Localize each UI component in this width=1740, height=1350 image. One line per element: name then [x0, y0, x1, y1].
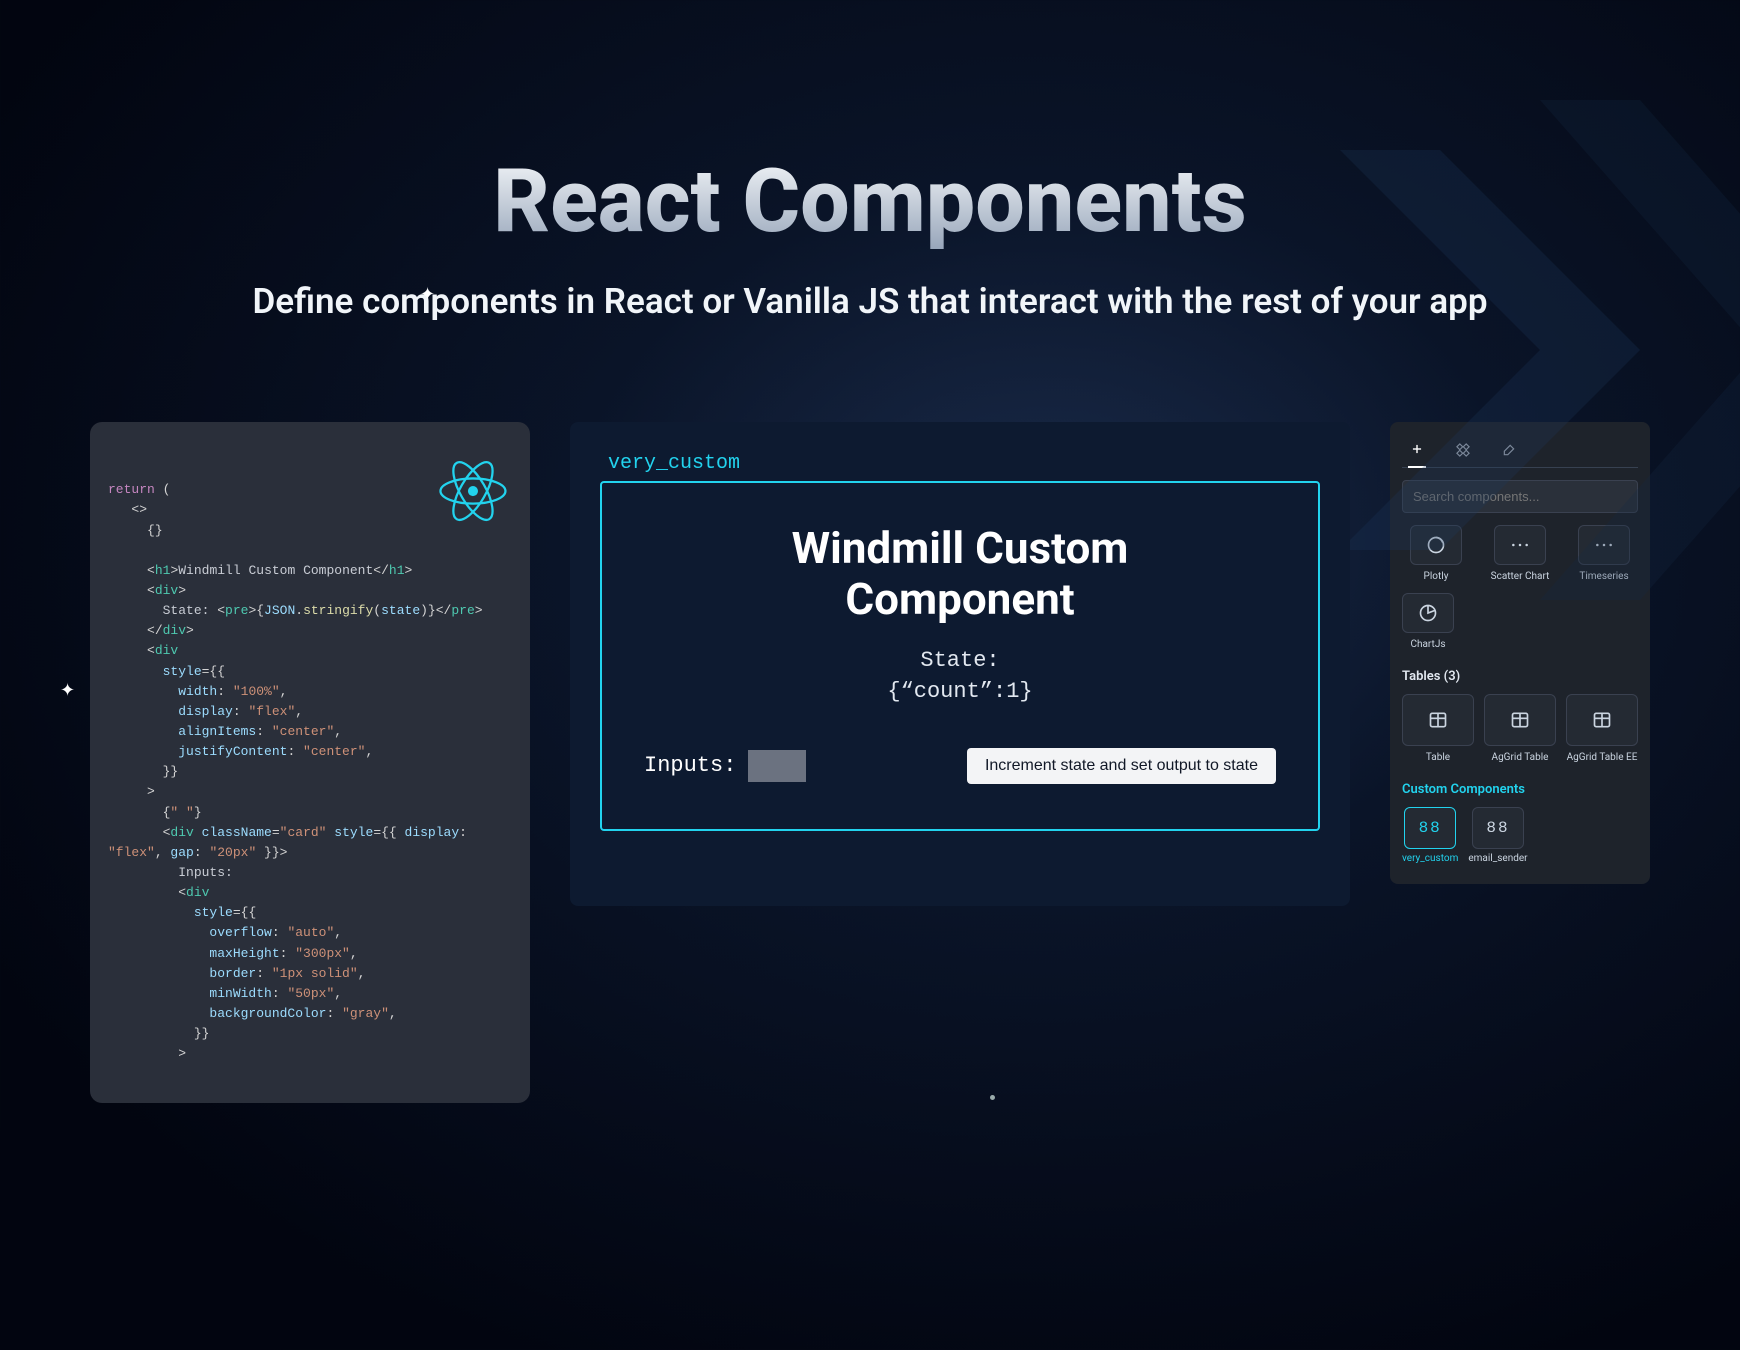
code-editor-panel: return ( <> {} <h1>Windmill Custom Compo… [90, 422, 530, 1103]
section-title-tables: Tables (3) [1402, 669, 1638, 684]
code-token: "flex" [248, 704, 295, 719]
component-item-aggrid[interactable]: AgGrid Table [1484, 694, 1556, 764]
custom-component-icon: 88 [1404, 807, 1456, 849]
code-token: state [381, 603, 420, 618]
code-text: State: [163, 603, 218, 618]
component-frame: Windmill Custom Component State: {“count… [600, 481, 1320, 831]
custom-component-very-custom[interactable]: 88 very_custom [1402, 807, 1458, 864]
component-item-plotly[interactable]: Plotly [1402, 525, 1470, 583]
code-token: "auto" [287, 925, 334, 940]
table-icon [1484, 694, 1556, 746]
component-preview-panel: very_custom Windmill Custom Component St… [570, 422, 1350, 906]
component-label: AgGrid Table EE [1566, 752, 1638, 764]
component-label: Plotly [1402, 571, 1470, 583]
code-token: backgroundColor [209, 1006, 326, 1021]
custom-component-email-sender[interactable]: 88 email_sender [1468, 807, 1527, 864]
section-title-custom: Custom Components [1402, 782, 1638, 797]
code-token: border [209, 966, 256, 981]
component-label: very_custom [1402, 853, 1458, 864]
code-token: "center" [303, 744, 365, 759]
component-item-timeseries[interactable]: Timeseries [1570, 525, 1638, 583]
code-token: "300px" [295, 946, 350, 961]
tab-styling[interactable] [1500, 436, 1518, 467]
code-text: Windmill Custom Component [178, 563, 373, 578]
sparkle-icon: ✦ [60, 680, 75, 701]
component-item-aggrid-ee[interactable]: AgGrid Table EE [1566, 694, 1638, 764]
code-token: justifyContent [178, 744, 287, 759]
custom-component-icon: 88 [1472, 807, 1524, 849]
component-title-line: Component [845, 573, 1074, 625]
code-token: alignItems [178, 724, 256, 739]
timeseries-icon [1578, 525, 1630, 565]
tab-add[interactable] [1408, 436, 1426, 468]
table-icon [1402, 694, 1474, 746]
component-title: Windmill Custom Component [630, 523, 1290, 624]
component-title-line: Windmill Custom [792, 522, 1129, 574]
code-token: display [178, 704, 233, 719]
code-token: maxHeight [209, 946, 279, 961]
state-value: {“count”:1} [630, 677, 1290, 708]
code-token: "50px" [287, 986, 334, 1001]
code-token: stringify [303, 603, 373, 618]
code-token: overflow [209, 925, 271, 940]
code-token: "card" [280, 825, 327, 840]
inputs-area: Inputs: [644, 750, 806, 782]
component-label: Timeseries [1570, 571, 1638, 583]
code-token: minWidth [209, 986, 271, 1001]
component-item-scatter[interactable]: Scatter Chart [1486, 525, 1554, 583]
component-label: email_sender [1468, 853, 1527, 864]
inputs-label: Inputs: [644, 753, 736, 778]
component-state-display: State: {“count”:1} [630, 646, 1290, 708]
code-token: "100%" [233, 684, 280, 699]
code-text: Inputs: [178, 865, 233, 880]
increment-button[interactable]: Increment state and set output to state [967, 748, 1276, 784]
component-label: Scatter Chart [1486, 571, 1554, 583]
piechart-icon [1402, 593, 1454, 633]
component-label: AgGrid Table [1484, 752, 1556, 764]
component-name-label: very_custom [608, 452, 1320, 475]
component-item-table[interactable]: Table [1402, 694, 1474, 764]
table-icon [1566, 694, 1638, 746]
code-token: "gray" [342, 1006, 389, 1021]
page-title: React Components [0, 150, 1740, 253]
component-label: ChartJs [1402, 639, 1454, 651]
code-token: return [108, 482, 155, 497]
page-subtitle: Define components in React or Vanilla JS… [0, 281, 1740, 322]
state-label: State: [630, 646, 1290, 677]
code-token: width [178, 684, 217, 699]
chart-icon [1410, 525, 1462, 565]
sidebar-tabs [1402, 432, 1638, 468]
components-sidebar: Plotly Scatter Chart Timeseries ChartJs … [1390, 422, 1650, 884]
code-token: "20px" [209, 845, 256, 860]
component-label: Table [1402, 752, 1474, 764]
scatter-icon [1494, 525, 1546, 565]
react-logo-icon [391, 440, 508, 549]
code-token: JSON [264, 603, 295, 618]
tab-components[interactable] [1454, 436, 1472, 467]
inputs-display-box [748, 750, 806, 782]
code-token: "center" [272, 724, 334, 739]
search-input[interactable] [1402, 480, 1638, 513]
component-item-chartjs[interactable]: ChartJs [1402, 593, 1454, 651]
code-token: "1px solid" [272, 966, 358, 981]
